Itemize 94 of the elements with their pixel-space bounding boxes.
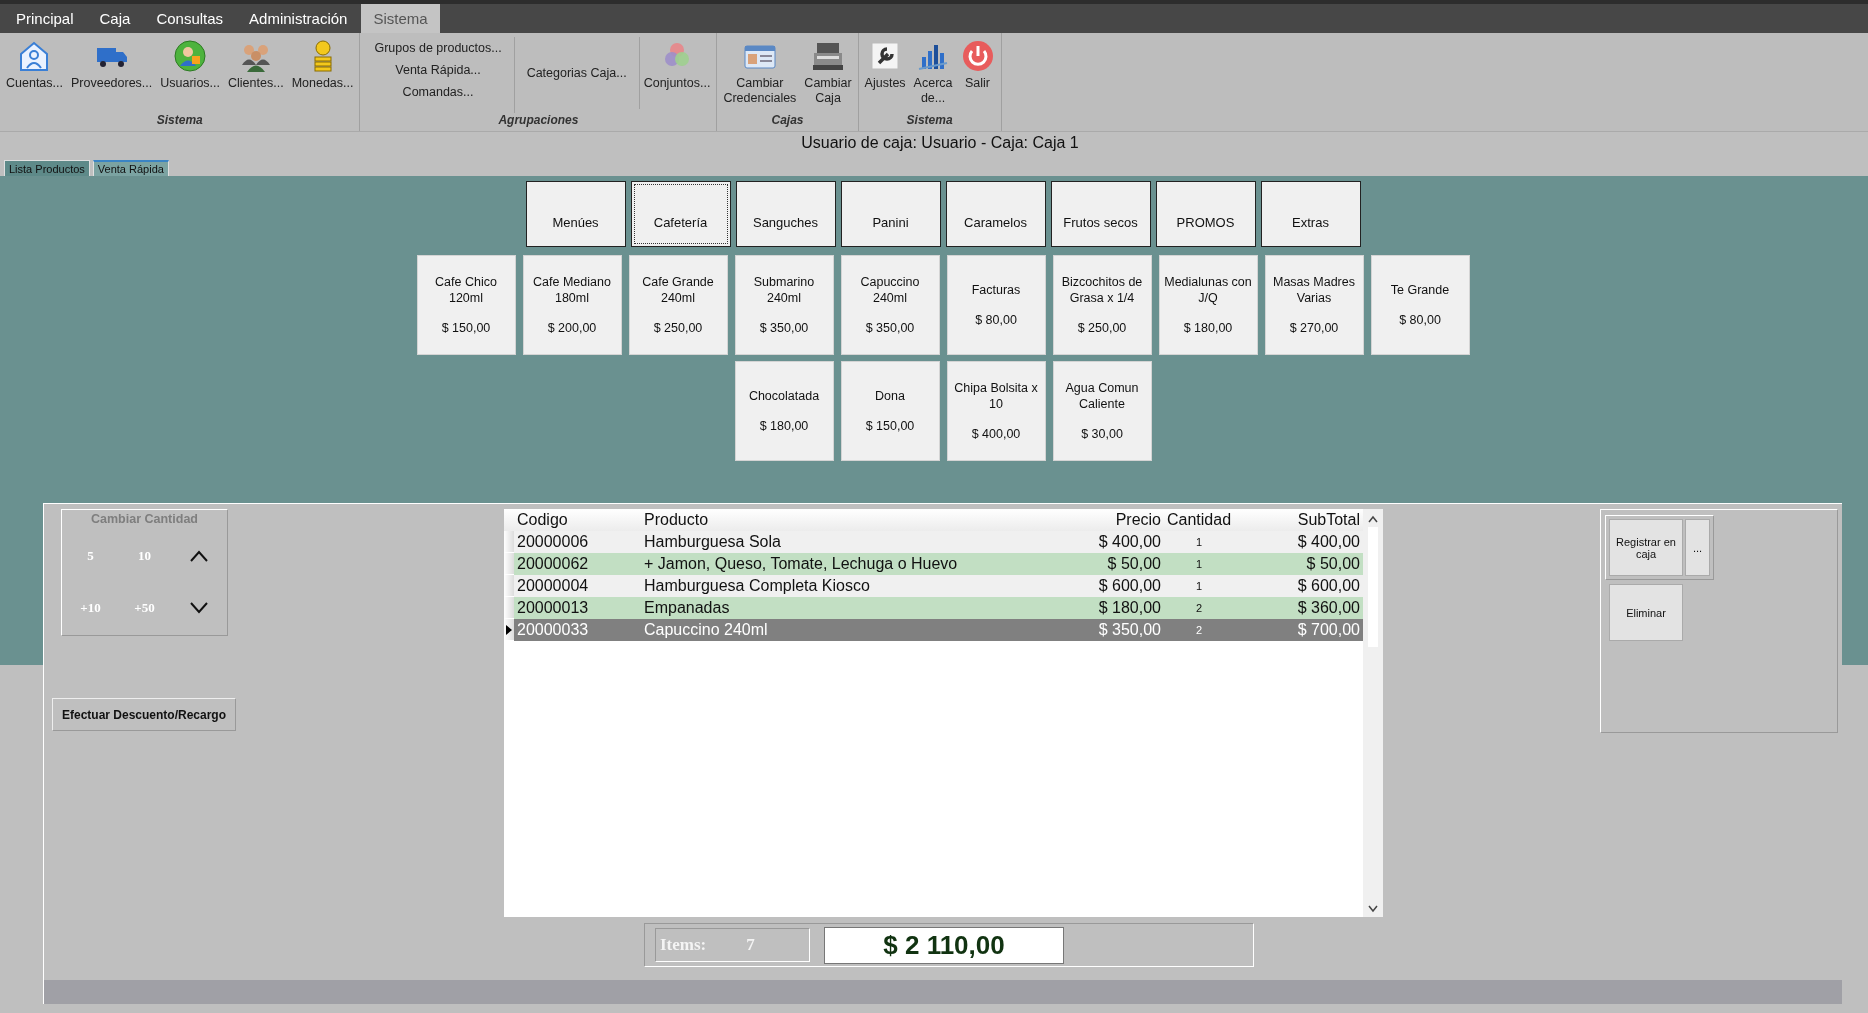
ribbon-button[interactable]: Conjuntos... [639,37,715,93]
menu-tab[interactable]: Principal [4,4,86,33]
menu-tab[interactable]: Caja [87,4,143,33]
table-row[interactable]: 20000004 Hamburguesa Completa Kiosco $ 600,00 1 $ 600,00 [504,575,1363,597]
table-cell: $ 180,00 [1041,597,1164,619]
ribbon-menu-item[interactable]: Comandas... [398,83,478,101]
scrollbar[interactable] [1363,509,1383,917]
ribbon-button[interactable]: Proveedores... [67,37,157,93]
row-pointer-icon [506,624,512,635]
ribbon-button[interactable]: Usuarios... [156,37,225,93]
table-cell: Empanadas [641,597,1041,619]
table-cell: + Jamon, Queso, Tomate, Lechuga o Huevo [641,553,1041,575]
table-cell: 1 [1164,575,1234,597]
register-button[interactable]: Registrar en caja [1609,519,1683,576]
table-cell: $ 350,00 [1041,619,1164,641]
group-title: Sistema [905,113,954,129]
menu-tab[interactable]: Sistema [361,4,440,33]
table-cell: $ 600,00 [1041,575,1164,597]
product-button[interactable]: Cafe Chico 120ml $ 150,00 [416,255,516,355]
view-tab[interactable]: Lista Productos [4,160,90,176]
table-cell: 1 [1164,553,1234,575]
menu-tab[interactable]: Consultas [144,4,236,33]
table-cell: 2 [1164,619,1234,641]
table-cell: 2 [1164,597,1234,619]
product-button[interactable]: Agua Comun Caliente $ 30,00 [1052,361,1152,461]
category-button[interactable]: Menúes [525,181,626,247]
table-cell: Capuccino 240ml [641,619,1041,641]
discount-button[interactable]: Efectuar Descuento/Recargo [52,698,236,731]
table-cell: 1 [1164,531,1234,553]
ribbon-button[interactable]: Salir [956,37,999,93]
table-cell: $ 700,00 [1234,619,1363,641]
table-cell: $ 600,00 [1234,575,1363,597]
power-icon [960,39,995,73]
category-button[interactable]: Cafetería [630,181,731,247]
menu-tab[interactable]: Administración [237,4,360,33]
table-cell: $ 400,00 [1234,531,1363,553]
row-header[interactable] [504,619,514,641]
table-cell: 20000033 [514,619,641,641]
product-button[interactable]: Medialunas con J/Q $ 180,00 [1158,255,1258,355]
table-cell: $ 360,00 [1234,597,1363,619]
product-button[interactable]: Facturas $ 80,00 [946,255,1046,355]
product-button[interactable]: Cafe Mediano 180ml $ 200,00 [522,255,622,355]
ribbon-button[interactable]: Cuentas... [2,37,67,93]
product-button[interactable]: Submarino 240ml $ 350,00 [734,255,834,355]
chevron-up-icon [188,550,209,562]
product-button[interactable]: Masas Madres Varias $ 270,00 [1264,255,1364,355]
ribbon-button[interactable]: Cambiar Credenciales [719,37,801,108]
group-title: Sistema [155,113,204,129]
chevron-down-icon [188,602,209,614]
category-button[interactable]: Caramelos [945,181,1046,247]
more-button[interactable]: ... [1685,519,1710,576]
user-icon [173,39,208,73]
ribbon-menu-item[interactable]: Categorias Caja... [522,64,631,82]
product-button[interactable]: Te Grande $ 80,00 [1370,255,1470,355]
category-button[interactable]: Sanguches [735,181,836,247]
product-button[interactable]: Chipa Bolsita x 10 $ 400,00 [946,361,1046,461]
table-row[interactable]: 20000013 Empanadas $ 180,00 2 $ 360,00 [504,597,1363,619]
table-cell: $ 50,00 [1234,553,1363,575]
view-tab[interactable]: Venta Rápida [92,160,169,176]
user-label: Usuario de caja: Usuario - Caja: Caja 1 [801,134,1079,153]
product-button[interactable]: Cafe Grande 240ml $ 250,00 [628,255,728,355]
table-cell: Hamburguesa Completa Kiosco [641,575,1041,597]
product-button[interactable]: Capuccino 240ml $ 350,00 [840,255,940,355]
ribbon-menu-item[interactable]: Grupos de productos... [370,39,506,57]
group-title: Cambiar Cantidad [91,512,198,526]
table-cell: $ 50,00 [1041,553,1164,575]
table-cell: 20000013 [514,597,641,619]
ribbon-button[interactable]: Acerca de... [909,37,957,108]
table-row[interactable]: 20000006 Hamburguesa Sola $ 400,00 1 $ 400,00 [504,531,1363,553]
product-button[interactable]: Dona $ 150,00 [840,361,940,461]
category-button[interactable]: PROMOS [1155,181,1256,247]
category-button[interactable]: Frutos secos [1050,181,1151,247]
group-title: Agrupaciones [497,113,580,129]
ribbon-button[interactable]: Cambiar Caja [800,37,856,108]
total-amount: $ 2 110,00 [824,926,1064,964]
group-title: Cajas [770,113,805,129]
table-cell: 20000062 [514,553,641,575]
ribbon-menu-item[interactable]: Venta Rápida... [391,61,485,79]
product-button[interactable]: Chocolatada $ 180,00 [734,361,834,461]
table-cell: 20000004 [514,575,641,597]
product-button[interactable]: Bizcochitos de Grasa x 1/4 $ 250,00 [1052,255,1152,355]
ribbon-button[interactable]: Clientes... [224,37,288,93]
scroll-down-icon [1368,905,1378,913]
category-button[interactable]: Panini [840,181,941,247]
table-row[interactable]: 20000062 + Jamon, Queso, Tomate, Lechuga o Huevo $ 50,00 1 $ 50,00 [504,553,1363,575]
category-button[interactable]: Extras [1260,181,1361,247]
table-cell: 20000006 [514,531,641,553]
table-cell: $ 400,00 [1041,531,1164,553]
table-row[interactable]: 20000033 Capuccino 240ml $ 350,00 2 $ 700,00 [504,619,1363,641]
ribbon-button[interactable]: Ajustes [860,37,910,93]
delete-button[interactable]: Eliminar [1609,584,1683,641]
ribbon-button[interactable]: Monedas... [287,37,358,93]
scroll-up-icon [1368,515,1378,523]
table-cell: Hamburguesa Sola [641,531,1041,553]
